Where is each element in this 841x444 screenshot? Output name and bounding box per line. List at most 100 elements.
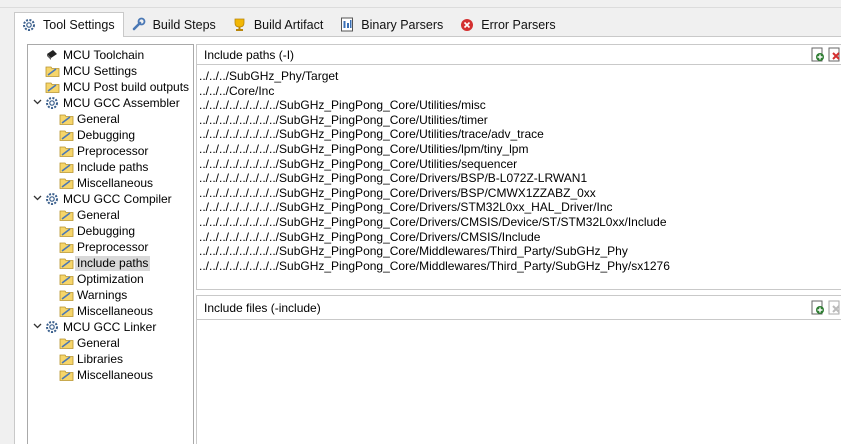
tree-item-cc-debugging[interactable]: Debugging [58, 223, 137, 239]
gear-icon [21, 17, 37, 33]
settings-folder-icon [58, 239, 74, 255]
wrench-icon [131, 17, 147, 33]
include-path-item[interactable]: ../../../../../../../../SubGHz_PingPong_… [199, 244, 841, 259]
tab-bar: Tool Settings Build Steps Build Artifact… [14, 12, 565, 37]
tree-item-cc-warnings[interactable]: Warnings [58, 287, 129, 303]
include-paths-list[interactable]: ../../../SubGHz_Phy/Target ../../../Core/… [197, 65, 841, 273]
include-path-item[interactable]: ../../../../../../../../SubGHz_PingPong_… [199, 186, 841, 201]
tab-tool-settings[interactable]: Tool Settings [14, 12, 124, 37]
tree-item-cc-general[interactable]: General [58, 207, 122, 223]
tab-label: Tool Settings [43, 18, 115, 32]
settings-folder-icon [44, 79, 60, 95]
include-path-item[interactable]: ../../../../../../../../SubGHz_PingPong_… [199, 157, 841, 172]
include-paths-section: Include paths (-I) ../../../SubGHz_Phy/T… [196, 44, 841, 290]
settings-folder-icon [58, 127, 74, 143]
settings-folder-icon [58, 303, 74, 319]
tree-item-label: Include paths [75, 255, 151, 271]
tree-item-label: Miscellaneous [77, 367, 154, 382]
tree-item-label: MCU Settings [63, 63, 138, 78]
tree-item-cc-include-paths[interactable]: Include paths [58, 255, 151, 271]
gear-icon [44, 319, 60, 335]
settings-folder-icon [58, 175, 74, 191]
tree-item-label: MCU Toolchain [63, 47, 145, 62]
include-path-item[interactable]: ../../../../../../../../SubGHz_PingPong_… [199, 127, 841, 142]
tree-item-ld-libraries[interactable]: Libraries [58, 351, 125, 367]
include-path-item[interactable]: ../../../../../../../../SubGHz_PingPong_… [199, 113, 841, 128]
tree-item-ld-general[interactable]: General [58, 335, 122, 351]
tree-item-mcu-toolchain[interactable]: MCU Toolchain [44, 47, 146, 63]
tab-binary-parsers[interactable]: Binary Parsers [332, 12, 452, 36]
add-file-button[interactable] [810, 300, 825, 318]
tree-item-ld-miscellaneous[interactable]: Miscellaneous [58, 367, 155, 383]
gear-icon [44, 191, 60, 207]
include-path-item[interactable]: ../../../../../../../../SubGHz_PingPong_… [199, 171, 841, 186]
chip-icon [44, 47, 60, 63]
tree-item-label: Preprocessor [77, 143, 149, 158]
gear-icon [44, 95, 60, 111]
settings-folder-icon [58, 335, 74, 351]
include-path-item[interactable]: ../../../../../../../../SubGHz_PingPong_… [199, 200, 841, 215]
settings-folder-icon [58, 159, 74, 175]
tab-label: Build Steps [152, 17, 216, 32]
chevron-down-icon[interactable] [32, 97, 42, 107]
tab-label: Build Artifact [253, 17, 324, 32]
chevron-down-icon[interactable] [32, 321, 42, 331]
tab-build-artifact[interactable]: Build Artifact [225, 12, 332, 36]
delete-path-button[interactable] [828, 47, 841, 65]
tree-item-gcc-compiler[interactable]: MCU GCC Compiler [44, 191, 174, 207]
tree-item-label: General [77, 335, 120, 350]
tree-item-gcc-assembler[interactable]: MCU GCC Assembler [44, 95, 182, 111]
include-files-section: Include files (-include) [196, 295, 841, 444]
include-path-item[interactable]: ../../../../../../../../SubGHz_PingPong_… [199, 259, 841, 274]
tree-item-mcu-settings[interactable]: MCU Settings [44, 63, 139, 79]
section-title: Include paths (-I) [204, 47, 295, 62]
include-path-item[interactable]: ../../../../../../../../SubGHz_PingPong_… [199, 98, 841, 113]
tree-item-label: Debugging [77, 223, 136, 238]
settings-folder-icon [44, 63, 60, 79]
tree-item-label: Miscellaneous [77, 175, 154, 190]
tree-item-label: MCU GCC Compiler [63, 191, 172, 206]
tab-build-steps[interactable]: Build Steps [124, 12, 225, 36]
tree-item-label: Warnings [77, 287, 128, 302]
add-path-button[interactable] [810, 47, 825, 65]
tab-label: Binary Parsers [361, 17, 444, 32]
settings-folder-icon [58, 271, 74, 287]
include-path-item[interactable]: ../../../Core/Inc [199, 84, 841, 99]
settings-folder-icon [58, 207, 74, 223]
chevron-down-icon[interactable] [32, 193, 42, 203]
settings-folder-icon [58, 143, 74, 159]
tree-item-cc-preprocessor[interactable]: Preprocessor [58, 239, 150, 255]
tab-label: Error Parsers [481, 17, 556, 32]
include-path-item[interactable]: ../../../../../../../../SubGHz_PingPong_… [199, 230, 841, 245]
trophy-icon [232, 17, 248, 33]
include-path-item[interactable]: ../../../../../../../../SubGHz_PingPong_… [199, 142, 841, 157]
tree-item-asm-include-paths[interactable]: Include paths [58, 159, 150, 175]
tree-item-asm-miscellaneous[interactable]: Miscellaneous [58, 175, 155, 191]
tree-item-label: Libraries [77, 351, 124, 366]
tab-error-parsers[interactable]: Error Parsers [452, 12, 564, 36]
tree-item-post-build[interactable]: MCU Post build outputs [44, 79, 191, 95]
delete-file-button[interactable] [828, 300, 841, 318]
tree-item-gcc-linker[interactable]: MCU GCC Linker [44, 319, 158, 335]
tree-item-label: Debugging [77, 127, 136, 142]
section-title: Include files (-include) [204, 300, 321, 315]
include-paths-header: Include paths (-I) [197, 45, 841, 65]
tree-item-asm-general[interactable]: General [58, 111, 122, 127]
tree-item-asm-preprocessor[interactable]: Preprocessor [58, 143, 150, 159]
settings-folder-icon [58, 367, 74, 383]
tree-item-cc-optimization[interactable]: Optimization [58, 271, 146, 287]
include-files-list[interactable] [197, 320, 841, 324]
tree-item-label: Optimization [77, 271, 144, 286]
tree-item-cc-miscellaneous[interactable]: Miscellaneous [58, 303, 155, 319]
settings-folder-icon [58, 255, 74, 271]
tree-item-label: MCU GCC Assembler [63, 95, 180, 110]
binary-icon [339, 17, 355, 33]
include-path-item[interactable]: ../../../../../../../../SubGHz_PingPong_… [199, 215, 841, 230]
tree-item-label: Include paths [77, 159, 149, 174]
tree-item-label: MCU Post build outputs [63, 79, 190, 94]
settings-folder-icon [58, 111, 74, 127]
tree-item-asm-debugging[interactable]: Debugging [58, 127, 137, 143]
tree-item-label: MCU GCC Linker [63, 319, 157, 334]
tree-item-label: Miscellaneous [77, 303, 154, 318]
include-path-item[interactable]: ../../../SubGHz_Phy/Target [199, 69, 841, 84]
